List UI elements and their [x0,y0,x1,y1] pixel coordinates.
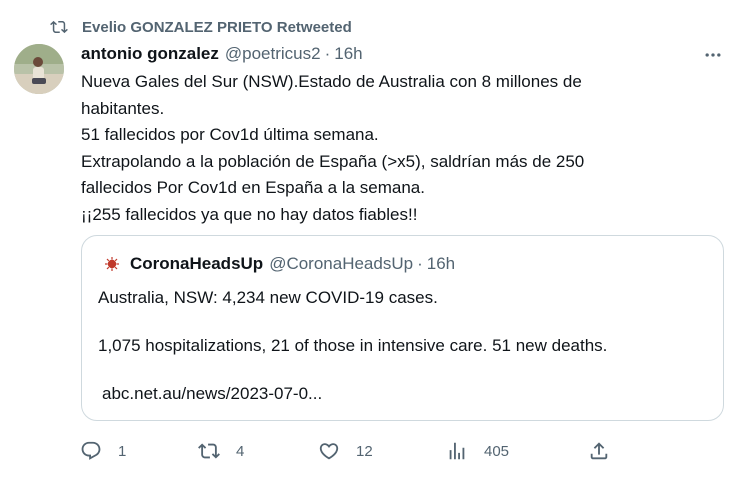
tweet-timestamp[interactable]: 16h [334,44,362,64]
quote-text: Australia, NSW: 4,234 new COVID-19 cases… [98,286,708,406]
header-separator: · [324,44,331,63]
reply-count: 1 [118,442,127,460]
reply-icon [81,441,101,460]
views-button[interactable]: 405 [446,436,509,466]
retweet-indicator: Evelio GONZALEZ PRIETO Retweeted [50,14,352,40]
share-button[interactable] [588,436,610,466]
analytics-icon [449,442,465,460]
tweet-text-line: Nueva Gales del Sur (NSW).Estado de Aust… [81,72,582,91]
quote-text-line: 1,075 hospitalizations, 21 of those in i… [98,336,608,355]
view-count: 405 [484,442,510,460]
author-handle[interactable]: @poetricus2 [225,44,321,64]
retweet-count: 4 [236,442,245,460]
more-options-button[interactable] [702,44,724,66]
virus-icon [105,257,119,271]
avatar[interactable] [14,44,64,94]
retweet-icon [50,20,68,34]
tweet-text: Nueva Gales del Sur (NSW).Estado de Aust… [81,69,721,228]
tweet-text-line: habitantes. [81,98,165,118]
tweet-text-line: fallecidos Por Cov1d en España a la sema… [81,178,425,197]
heart-icon [319,443,339,460]
retweet-button[interactable]: 4 [198,436,244,466]
more-icon [705,53,721,57]
share-icon [590,442,608,460]
retweeted-by-label[interactable]: Evelio GONZALEZ PRIETO Retweeted [82,19,352,36]
quote-author-handle[interactable]: @CoronaHeadsUp [269,254,413,274]
like-count: 12 [356,442,373,460]
tweet-text-line: Extrapolando a la población de España (>… [81,151,585,171]
tweet-header: antonio gonzalez @poetricus2 · 16h [81,42,363,66]
tweet-actions-bar: 1 4 12 405 [80,436,620,466]
author-display-name[interactable]: antonio gonzalez [81,44,219,64]
quoted-tweet-card[interactable]: CoronaHeadsUp @CoronaHeadsUp · 16h Austr… [81,235,724,421]
reply-button[interactable]: 1 [80,436,126,466]
quote-text-line: Australia, NSW: 4,234 new COVID-19 cases… [98,288,438,307]
like-button[interactable]: 12 [318,436,373,466]
tweet-text-line: ¡¡255 fallecidos ya que no hay datos fia… [81,204,418,224]
tweet-text-line: 51 fallecidos por Cov1d última semana. [81,125,379,144]
quote-header-separator: · [417,254,423,273]
quote-header: CoronaHeadsUp @CoronaHeadsUp · 16h [104,252,455,276]
quote-author-display-name[interactable]: CoronaHeadsUp [130,254,263,274]
quote-timestamp: 16h [426,254,456,273]
retweet-icon [198,443,220,459]
quote-avatar[interactable] [104,256,120,272]
quote-link[interactable]: abc.net.au/news/2023-07-0... [98,382,708,406]
